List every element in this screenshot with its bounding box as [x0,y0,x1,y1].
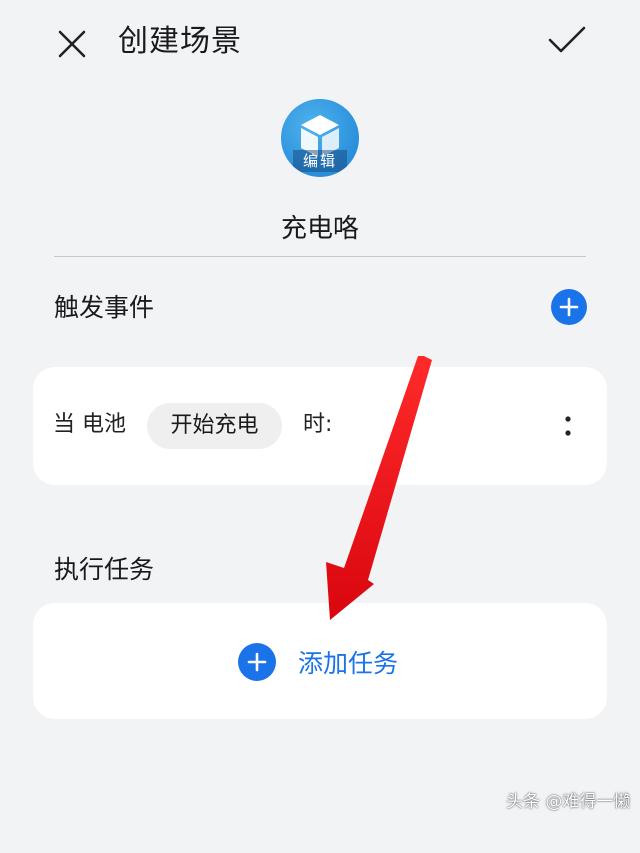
watermark: 头条 @难得一懒 [506,792,631,812]
task-card: 添加任务 [33,603,607,719]
close-icon [58,30,86,58]
plus-icon [247,652,267,672]
trigger-condition-suffix: 时: [303,412,333,437]
trigger-state-chip[interactable]: 开始充电 [147,403,282,449]
trigger-condition-prefix: 当 电池 [53,412,126,437]
scene-name-input[interactable]: 充电咯 [54,210,586,248]
trigger-card[interactable]: 当 电池 开始充电 时: [33,367,607,485]
scene-icon-button[interactable]: 编辑 [281,99,359,177]
add-task-button[interactable]: 添加任务 [238,643,398,681]
scene-name-divider [54,256,586,257]
trigger-more-button[interactable] [553,403,583,449]
task-section-title: 执行任务 [54,555,155,584]
close-button[interactable] [50,22,94,66]
page-title: 创建场景 [118,24,242,59]
add-trigger-button[interactable] [551,289,587,325]
confirm-button[interactable] [542,18,592,62]
trigger-section-title: 触发事件 [54,293,155,322]
more-vertical-icon [565,416,571,436]
top-bar: 创建场景 [0,0,640,90]
add-task-label: 添加任务 [298,649,399,678]
plus-icon [559,297,579,317]
checkmark-icon [548,26,586,53]
add-task-icon-wrap [238,643,276,681]
edit-badge: 编辑 [293,150,347,172]
